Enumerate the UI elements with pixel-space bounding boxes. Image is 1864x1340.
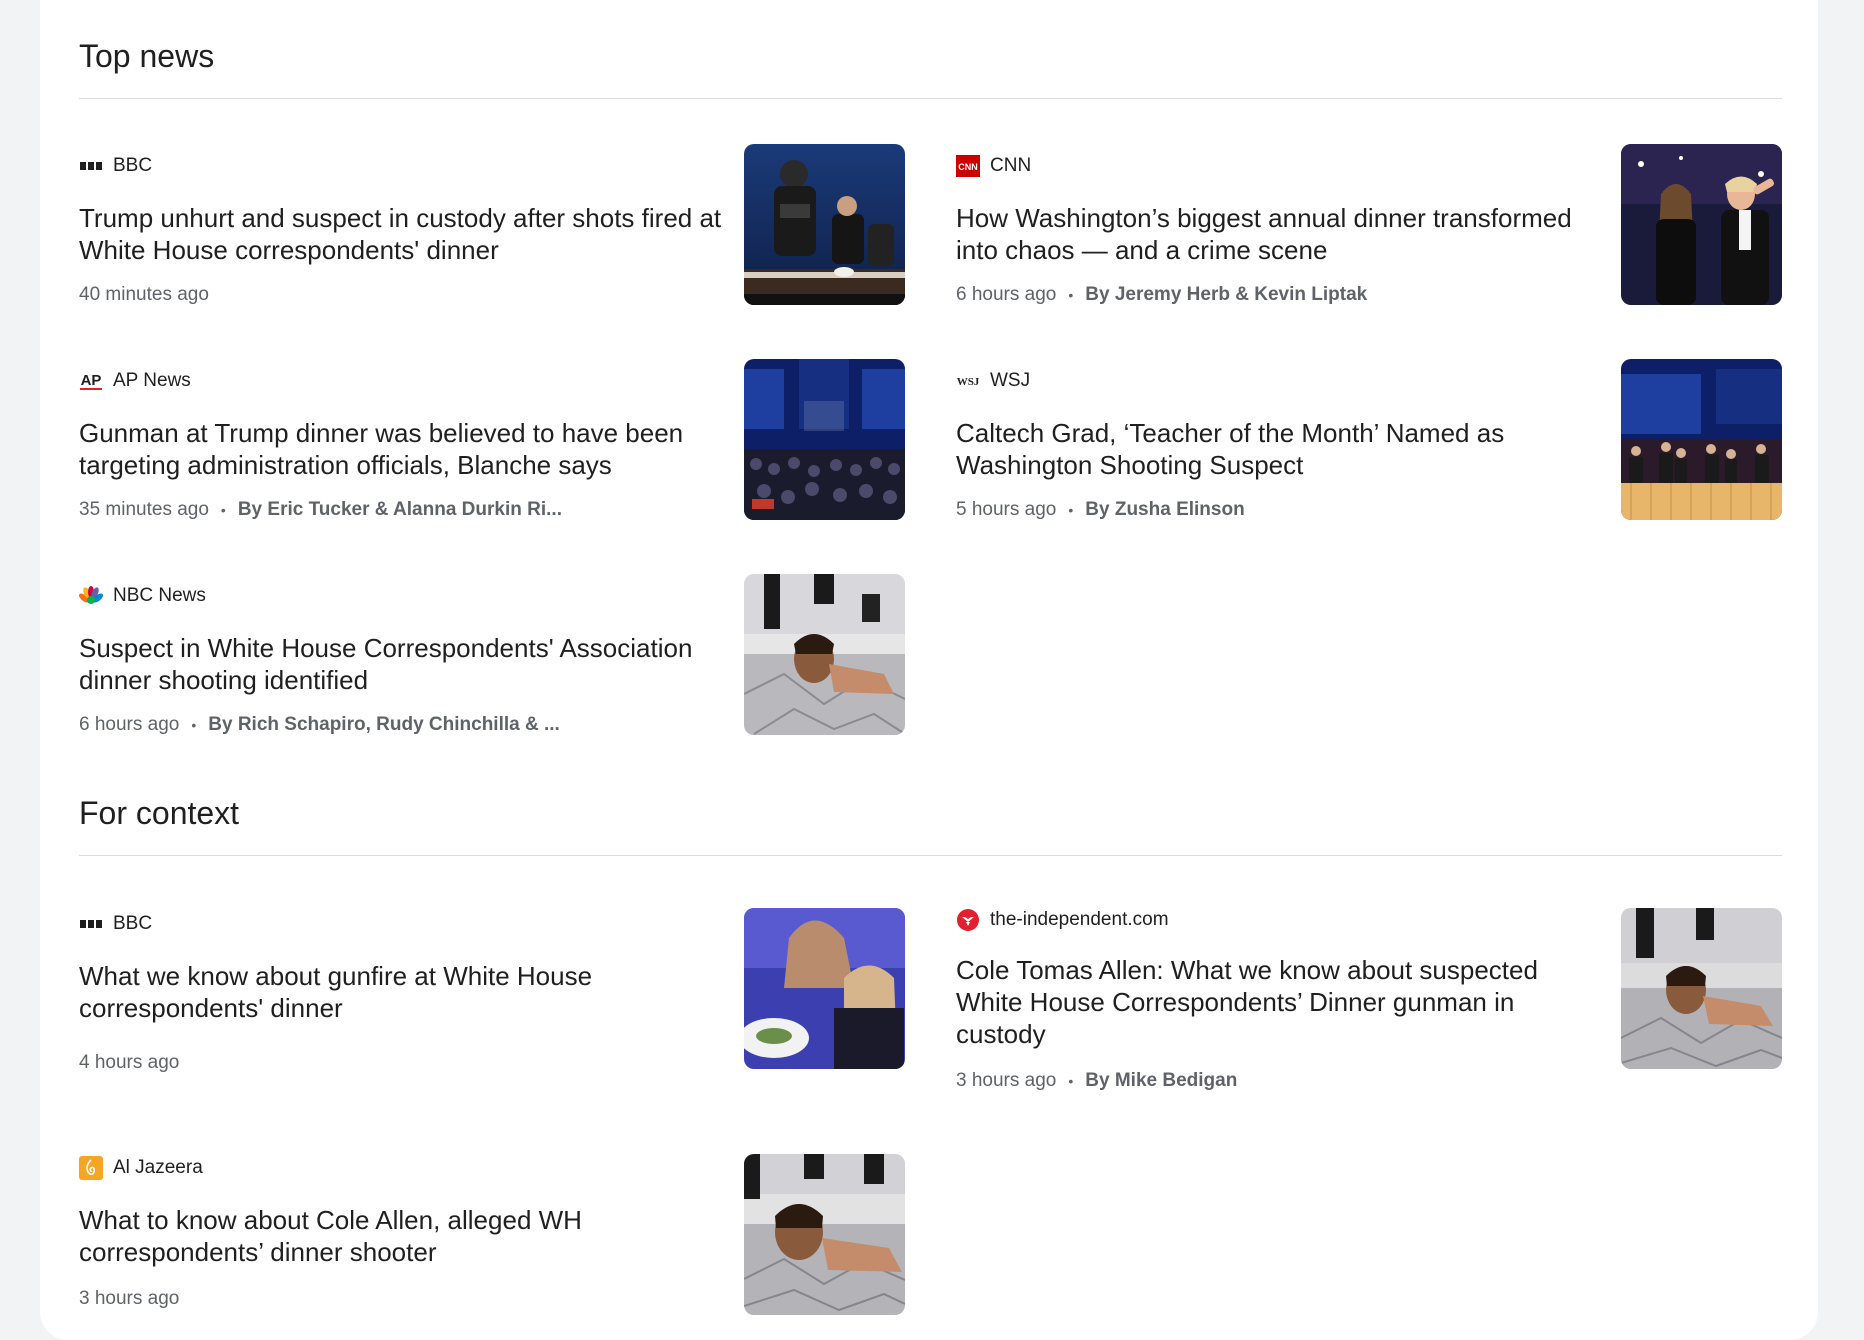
article-time: 6 hours ago	[956, 284, 1057, 305]
bbc-logo-icon	[79, 913, 103, 935]
article-meta: 6 hours ago • By Rich Schapiro, Rudy Chi…	[79, 714, 560, 736]
independent-eagle-icon	[956, 909, 980, 931]
article-headline[interactable]: What we know about gunfire at White Hous…	[79, 960, 729, 1024]
cnn-logo-icon: CNN	[956, 155, 980, 177]
meta-separator: •	[1068, 287, 1074, 303]
article-thumbnail[interactable]	[744, 574, 905, 735]
article-thumbnail[interactable]	[744, 908, 905, 1069]
source-name: CNN	[990, 155, 1032, 176]
wsj-logo-icon: WSJ	[956, 370, 980, 392]
article-thumbnail[interactable]	[1621, 908, 1782, 1069]
article-time: 3 hours ago	[956, 1070, 1057, 1091]
article-source: AP AP News	[79, 369, 191, 393]
article-thumbnail[interactable]	[744, 144, 905, 305]
article-byline: By Jeremy Herb & Kevin Liptak	[1085, 284, 1368, 305]
article-source: Al Jazeera	[79, 1156, 203, 1180]
article-source: CNN CNN	[956, 154, 1031, 178]
article-byline: By Eric Tucker & Alanna Durkin Ri...	[237, 499, 562, 520]
source-name: WSJ	[990, 370, 1031, 391]
article-meta: 6 hours ago • By Jeremy Herb & Kevin Lip…	[956, 284, 1367, 306]
article-card[interactable]: Al Jazeera What to know about Cole Allen…	[79, 1154, 905, 1318]
nbc-peacock-icon	[79, 585, 103, 607]
source-name: AP News	[113, 370, 191, 391]
article-thumbnail[interactable]	[744, 1154, 905, 1315]
article-source: BBC	[79, 912, 152, 936]
article-card[interactable]: BBC Trump unhurt and suspect in custody …	[79, 144, 905, 316]
article-time: 35 minutes ago	[79, 499, 209, 520]
section-divider	[79, 855, 1782, 856]
article-time: 5 hours ago	[956, 499, 1057, 520]
article-time: 6 hours ago	[79, 714, 180, 735]
article-headline[interactable]: How Washington’s biggest annual dinner t…	[956, 202, 1606, 266]
article-card[interactable]: NBC News Suspect in White House Correspo…	[79, 574, 905, 746]
svg-text:WSJ: WSJ	[957, 376, 980, 388]
section-divider	[79, 98, 1782, 99]
section-title-top-news: Top news	[79, 38, 215, 74]
article-source: the-independent.com	[956, 908, 1169, 932]
article-card[interactable]: the-independent.com Cole Tomas Allen: Wh…	[956, 908, 1782, 1091]
meta-separator: •	[1068, 502, 1074, 518]
article-meta: 5 hours ago • By Zusha Elinson	[956, 499, 1245, 521]
article-byline: By Rich Schapiro, Rudy Chinchilla & ...	[208, 714, 560, 735]
article-meta: 4 hours ago	[79, 1052, 179, 1074]
svg-text:AP: AP	[81, 372, 102, 389]
article-source: NBC News	[79, 584, 206, 608]
article-meta: 35 minutes ago • By Eric Tucker & Alanna…	[79, 499, 562, 521]
article-card[interactable]: CNN CNN How Washington’s biggest annual …	[956, 144, 1782, 316]
article-byline: By Mike Bedigan	[1085, 1070, 1238, 1091]
svg-text:CNN: CNN	[958, 162, 978, 172]
article-card[interactable]: WSJ WSJ Caltech Grad, ‘Teacher of the Mo…	[956, 359, 1782, 531]
news-card: Top news BBC Trump unhurt and suspect in…	[40, 0, 1818, 1340]
article-meta: 40 minutes ago	[79, 284, 209, 306]
article-headline[interactable]: Suspect in White House Correspondents' A…	[79, 632, 729, 696]
source-name: NBC News	[113, 585, 206, 606]
article-card[interactable]: AP AP News Gunman at Trump dinner was be…	[79, 359, 905, 531]
article-thumbnail[interactable]	[1621, 359, 1782, 520]
source-name: BBC	[113, 155, 153, 176]
article-meta: 3 hours ago • By Mike Bedigan	[956, 1070, 1237, 1092]
meta-separator: •	[220, 502, 226, 518]
article-card[interactable]: BBC What we know about gunfire at White …	[79, 908, 905, 1074]
meta-separator: •	[191, 717, 197, 733]
article-thumbnail[interactable]	[1621, 144, 1782, 305]
aljazeera-logo-icon	[79, 1156, 103, 1180]
article-meta: 3 hours ago	[79, 1288, 179, 1310]
article-source: BBC	[79, 154, 152, 178]
article-headline[interactable]: Caltech Grad, ‘Teacher of the Month’ Nam…	[956, 417, 1606, 481]
section-title-for-context: For context	[79, 795, 240, 831]
source-name: the-independent.com	[990, 909, 1169, 930]
article-byline: By Zusha Elinson	[1085, 499, 1245, 520]
article-thumbnail[interactable]	[744, 359, 905, 520]
article-time: 3 hours ago	[79, 1288, 180, 1309]
article-headline[interactable]: Trump unhurt and suspect in custody afte…	[79, 202, 729, 266]
article-headline[interactable]: Cole Tomas Allen: What we know about sus…	[956, 954, 1606, 1050]
source-name: BBC	[113, 913, 153, 934]
ap-logo-icon: AP	[79, 370, 103, 392]
article-headline[interactable]: What to know about Cole Allen, alleged W…	[79, 1204, 729, 1268]
article-time: 4 hours ago	[79, 1052, 180, 1073]
article-time: 40 minutes ago	[79, 284, 209, 305]
article-headline[interactable]: Gunman at Trump dinner was believed to h…	[79, 417, 729, 481]
source-name: Al Jazeera	[113, 1157, 203, 1178]
meta-separator: •	[1068, 1073, 1074, 1089]
bbc-logo-icon	[79, 155, 103, 177]
article-source: WSJ WSJ	[956, 369, 1030, 393]
